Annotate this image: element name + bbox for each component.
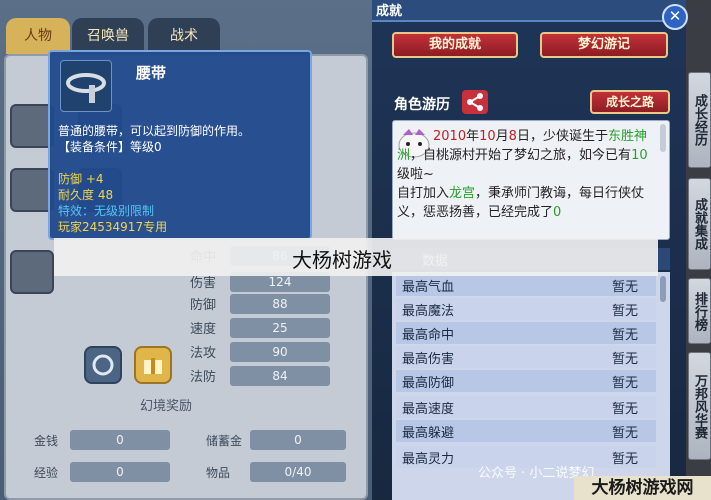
stat-value: 84 [230, 366, 330, 386]
data-row: 最高气血 暂无 [396, 274, 656, 296]
achievement-header: 成就 [372, 0, 686, 22]
item-requirement: 【装备条件】等级0 [58, 140, 162, 154]
share-icon [467, 93, 483, 111]
stat-label: 法攻 [190, 346, 217, 361]
watermark-banner: 大杨树游戏 [54, 238, 658, 276]
stat-label: 速度 [190, 322, 217, 337]
belt-item-icon [60, 60, 112, 112]
fantasy-journey-button[interactable]: 梦幻游记 [540, 32, 668, 58]
data-label: 最高防御 [402, 376, 455, 391]
rotate-character-button[interactable] [84, 346, 122, 384]
story-text-part: 年 [466, 129, 480, 144]
gift-icon [144, 358, 162, 374]
data-row: 最高命中 暂无 [396, 322, 656, 344]
stat-row-speed: 速度 25 [190, 318, 340, 338]
story-text-part: 开始了梦幻之旅，如今已有 [475, 148, 632, 163]
money-value: 0 [70, 430, 170, 450]
item-owner: 玩家24534917专用 [58, 220, 168, 234]
fantasy-reward-label: 幻境奖励 [140, 399, 193, 414]
item-title: 腰带 [136, 64, 167, 82]
side-tab-growth-history[interactable]: 成长经历 [688, 72, 711, 168]
story-text-part: 自桃源村 [423, 148, 476, 163]
savings-label: 储蓄金 [206, 434, 243, 448]
stat-value: 25 [230, 318, 330, 338]
stat-row-defense: 防御 88 [190, 294, 340, 314]
data-row: 最高魔法 暂无 [396, 298, 656, 320]
growth-path-button[interactable]: 成长之路 [590, 90, 670, 114]
data-label: 最高魔法 [402, 304, 455, 319]
items-value: 0/40 [250, 462, 346, 482]
share-button[interactable] [462, 90, 488, 114]
money-label: 金钱 [34, 434, 59, 448]
story-text-part: ， [410, 148, 424, 163]
data-value: 暂无 [612, 402, 639, 417]
item-tooltip: 腰带 普通的腰带，可以起到防御的作用。 【装备条件】等级0 防御 +4 耐久度 … [48, 50, 312, 240]
story-text-part: 级啦~ [397, 167, 434, 182]
item-special: 特效：无级别限制 [58, 204, 155, 218]
story-scrollbar[interactable] [660, 124, 666, 152]
roam-story-box: 2010年10月8日，少侠诞生于东胜神洲，自桃源村开始了梦幻之旅，如今已有10级… [392, 120, 670, 240]
side-tab-wanbang-contest[interactable]: 万邦风华赛 [688, 352, 711, 460]
data-value: 暂无 [612, 426, 639, 441]
data-label: 最高灵力 [402, 452, 455, 467]
story-text-part: 月 [495, 129, 509, 144]
data-value: 暂无 [612, 376, 639, 391]
stat-label: 防御 [190, 298, 217, 313]
site-logo: 大杨树游戏网 [574, 476, 711, 500]
data-row: 最高伤害 暂无 [396, 346, 656, 368]
data-scrollbar[interactable] [660, 276, 666, 302]
story-school: 龙宫 [449, 186, 476, 201]
watermark-text: 大杨树游戏 [292, 248, 392, 272]
exp-label: 经验 [34, 466, 59, 480]
data-value: 暂无 [612, 452, 639, 467]
data-value: 暂无 [612, 328, 639, 343]
item-description: 普通的腰带，可以起到防御的作用。 [58, 124, 251, 138]
data-label: 最高伤害 [402, 352, 455, 367]
data-label: 最高速度 [402, 402, 455, 417]
data-label: 最高气血 [402, 280, 455, 295]
data-row: 最高躲避 暂无 [396, 420, 656, 442]
story-text-part: 自打加入 [397, 186, 450, 201]
side-tab-achievement-collection[interactable]: 成就集成 [688, 178, 711, 270]
story-year: 2010 [433, 129, 467, 144]
data-row: 最高速度 暂无 [396, 396, 656, 418]
savings-value: 0 [250, 430, 346, 450]
data-row: 最高防御 暂无 [396, 370, 656, 392]
stat-value: 90 [230, 342, 330, 362]
stat-row-magic-defense: 法防 84 [190, 366, 340, 386]
items-label: 物品 [206, 466, 231, 480]
stat-value: 88 [230, 294, 330, 314]
exp-value: 0 [70, 462, 170, 482]
stat-row-magic-attack: 法攻 90 [190, 342, 340, 362]
close-button[interactable]: ✕ [662, 4, 688, 30]
stat-label: 法防 [190, 370, 217, 385]
character-roam-title: 角色游历 [394, 97, 450, 113]
panel-title: 成就 [376, 4, 403, 19]
roam-story-text: 2010年10月8日，少侠诞生于东胜神洲，自桃源村开始了梦幻之旅，如今已有10级… [397, 127, 655, 222]
my-achievement-button[interactable]: 我的成就 [392, 32, 518, 58]
story-text-part: 日，少侠诞生于 [516, 129, 608, 144]
gift-button[interactable] [134, 346, 172, 384]
item-defense: 防御 +4 [58, 172, 104, 186]
tab-tactics[interactable]: 战术 [148, 18, 220, 54]
tab-character[interactable]: 人物 [6, 18, 70, 54]
data-value: 暂无 [612, 352, 639, 367]
data-value: 暂无 [612, 304, 639, 319]
data-value: 暂无 [612, 280, 639, 295]
story-level: 10 [631, 148, 648, 163]
item-durability: 耐久度 48 [58, 188, 114, 202]
data-label: 最高命中 [402, 328, 455, 343]
equipment-slot-belt[interactable] [10, 250, 54, 294]
story-day: 8 [508, 129, 517, 144]
story-month: 10 [479, 129, 496, 144]
tab-summon-beast[interactable]: 召唤兽 [72, 18, 144, 54]
side-tab-ranking[interactable]: 排行榜 [688, 278, 711, 344]
refresh-icon [92, 354, 114, 376]
data-label: 最高躲避 [402, 426, 455, 441]
belt-icon [66, 73, 106, 103]
story-count: 0 [553, 205, 562, 220]
